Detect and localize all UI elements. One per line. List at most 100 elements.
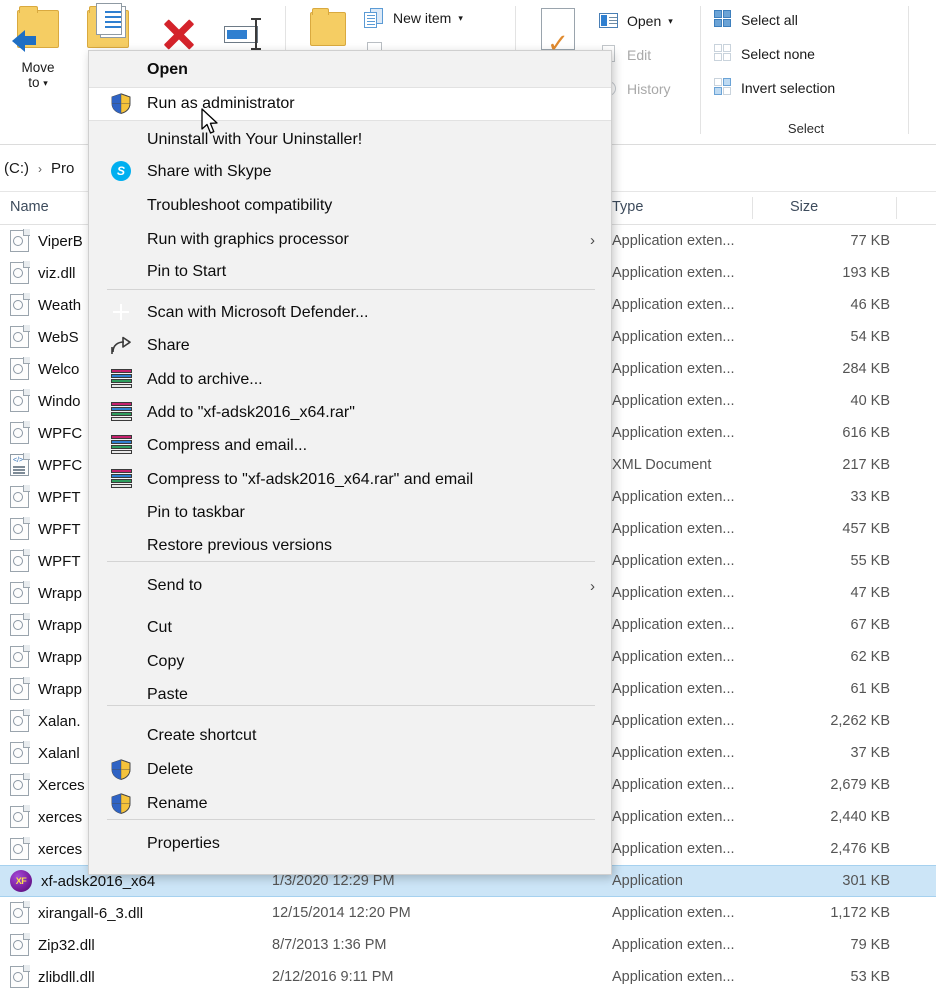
file-size-cell: 301 KB <box>760 873 890 889</box>
file-name-text: WPFC <box>38 457 82 474</box>
menu-item-troubleshoot-compatibility[interactable]: Troubleshoot compatibility <box>89 189 611 223</box>
file-size-cell: 284 KB <box>760 361 890 377</box>
menu-item-add-to-xf-adsk2016-x64-rar[interactable]: Add to "xf-adsk2016_x64.rar" <box>89 396 611 430</box>
file-size-cell: 1,172 KB <box>760 905 890 921</box>
file-name-text: Welco <box>38 361 79 378</box>
menu-item-run-as-administrator[interactable]: Run as administrator <box>89 87 611 121</box>
menu-item-label: Add to archive... <box>147 371 263 389</box>
menu-item-share[interactable]: Share <box>89 329 611 363</box>
menu-item-compress-to-xf-adsk2016-x64-rar-and-email[interactable]: Compress to "xf-adsk2016_x64.rar" and em… <box>89 463 611 497</box>
menu-item-pin-to-start[interactable]: Pin to Start <box>89 255 611 289</box>
shield-icon <box>111 759 133 781</box>
file-size-cell: 217 KB <box>760 457 890 473</box>
file-type-cell: Application exten... <box>612 969 735 985</box>
menu-item-label: Pin to Start <box>147 263 226 281</box>
menu-item-label: Delete <box>147 761 193 779</box>
file-type-cell: Application exten... <box>612 937 735 953</box>
file-type-cell: Application exten... <box>612 745 735 761</box>
file-name-text: WPFT <box>38 489 81 506</box>
open-button[interactable]: Open ▾ <box>598 10 673 32</box>
breadcrumb-drive[interactable]: (C:) <box>4 160 29 177</box>
file-type-cell: Application exten... <box>612 713 735 729</box>
file-size-cell: 62 KB <box>760 649 890 665</box>
menu-item-rename[interactable]: Rename <box>89 787 611 821</box>
breadcrumb-chevron-icon: › <box>38 162 42 176</box>
menu-item-send-to[interactable]: Send to› <box>89 569 611 603</box>
winrar-icon <box>111 369 133 391</box>
menu-item-run-with-graphics-processor[interactable]: Run with graphics processor› <box>89 223 611 257</box>
file-name-text: viz.dll <box>38 265 76 282</box>
menu-item-open[interactable]: Open <box>89 53 611 87</box>
file-name-text: Windo <box>38 393 81 410</box>
file-size-cell: 2,679 KB <box>760 777 890 793</box>
file-type-cell: Application exten... <box>612 617 735 633</box>
file-size-cell: 616 KB <box>760 425 890 441</box>
dll-file-icon <box>10 678 29 700</box>
file-name-text: xirangall-6_3.dll <box>38 905 143 922</box>
file-size-cell: 33 KB <box>760 489 890 505</box>
menu-item-scan-with-microsoft-defender[interactable]: Scan with Microsoft Defender... <box>89 296 611 330</box>
file-name-cell: Zip32.dll <box>10 934 95 956</box>
menu-item-compress-and-email[interactable]: Compress and email... <box>89 429 611 463</box>
menu-item-share-with-skype[interactable]: SShare with Skype <box>89 155 611 189</box>
menu-item-label: Share with Skype <box>147 163 272 181</box>
properties-icon: ✓ <box>522 4 594 56</box>
menu-item-restore-previous-versions[interactable]: Restore previous versions <box>89 529 611 563</box>
file-type-cell: Application exten... <box>612 297 735 313</box>
menu-separator <box>107 561 595 562</box>
file-type-cell: Application exten... <box>612 521 735 537</box>
dll-file-icon <box>10 710 29 732</box>
shield-icon <box>111 793 133 815</box>
column-header-size[interactable]: Size <box>790 199 818 215</box>
dll-file-icon <box>10 934 29 956</box>
menu-item-label: Troubleshoot compatibility <box>147 197 332 215</box>
select-all-button[interactable]: Select all <box>714 10 798 30</box>
menu-item-label: Create shortcut <box>147 727 256 745</box>
file-size-cell: 61 KB <box>760 681 890 697</box>
file-size-cell: 77 KB <box>760 233 890 249</box>
share-icon <box>111 335 133 357</box>
menu-item-cut[interactable]: Cut <box>89 611 611 645</box>
file-name-cell: ViperB <box>10 230 83 252</box>
menu-item-copy[interactable]: Copy <box>89 645 611 679</box>
invert-selection-button[interactable]: Invert selection <box>714 78 835 98</box>
winrar-icon <box>111 435 133 457</box>
menu-item-delete[interactable]: Delete <box>89 753 611 787</box>
file-name-text: Wrapp <box>38 617 82 634</box>
move-to-button[interactable]: Move to ▾ <box>2 4 74 91</box>
menu-item-label: Paste <box>147 686 188 704</box>
file-type-cell: Application exten... <box>612 393 735 409</box>
column-header-type[interactable]: Type <box>612 199 643 215</box>
file-name-cell: xirangall-6_3.dll <box>10 902 143 924</box>
file-type-cell: Application exten... <box>612 681 735 697</box>
file-date-cell: 2/12/2016 9:11 PM <box>272 969 393 985</box>
dll-file-icon <box>10 294 29 316</box>
file-name-cell: WPFC <box>10 422 82 444</box>
column-divider-3[interactable] <box>752 197 753 219</box>
table-row[interactable]: Zip32.dll8/7/2013 1:36 PMApplication ext… <box>0 929 936 961</box>
menu-item-uninstall-with-your-uninstaller[interactable]: Uninstall with Your Uninstaller! <box>89 123 611 157</box>
new-item-icon <box>364 8 386 28</box>
menu-item-add-to-archive[interactable]: Add to archive... <box>89 363 611 397</box>
column-divider-4[interactable] <box>896 197 897 219</box>
table-row[interactable]: xirangall-6_3.dll12/15/2014 12:20 PMAppl… <box>0 897 936 929</box>
column-header-name[interactable]: Name <box>10 199 49 215</box>
file-size-cell: 54 KB <box>760 329 890 345</box>
breadcrumb-folder[interactable]: Pro <box>51 160 74 177</box>
menu-item-paste[interactable]: Paste <box>89 678 611 712</box>
ribbon-divider-3 <box>700 6 701 134</box>
open-label: Open <box>627 13 661 29</box>
new-folder-icon <box>292 4 364 56</box>
file-type-cell: Application exten... <box>612 905 735 921</box>
delete-x-icon <box>142 4 214 56</box>
file-name-text: Weath <box>38 297 81 314</box>
menu-item-pin-to-taskbar[interactable]: Pin to taskbar <box>89 496 611 530</box>
file-size-cell: 193 KB <box>760 265 890 281</box>
new-item-button[interactable]: New item ▾ <box>364 8 463 28</box>
menu-item-create-shortcut[interactable]: Create shortcut <box>89 719 611 753</box>
file-type-cell: Application exten... <box>612 841 735 857</box>
file-name-text: Wrapp <box>38 649 82 666</box>
menu-item-properties[interactable]: Properties <box>89 827 611 861</box>
table-row[interactable]: zlibdll.dll2/12/2016 9:11 PMApplication … <box>0 961 936 993</box>
select-none-button[interactable]: Select none <box>714 44 815 64</box>
